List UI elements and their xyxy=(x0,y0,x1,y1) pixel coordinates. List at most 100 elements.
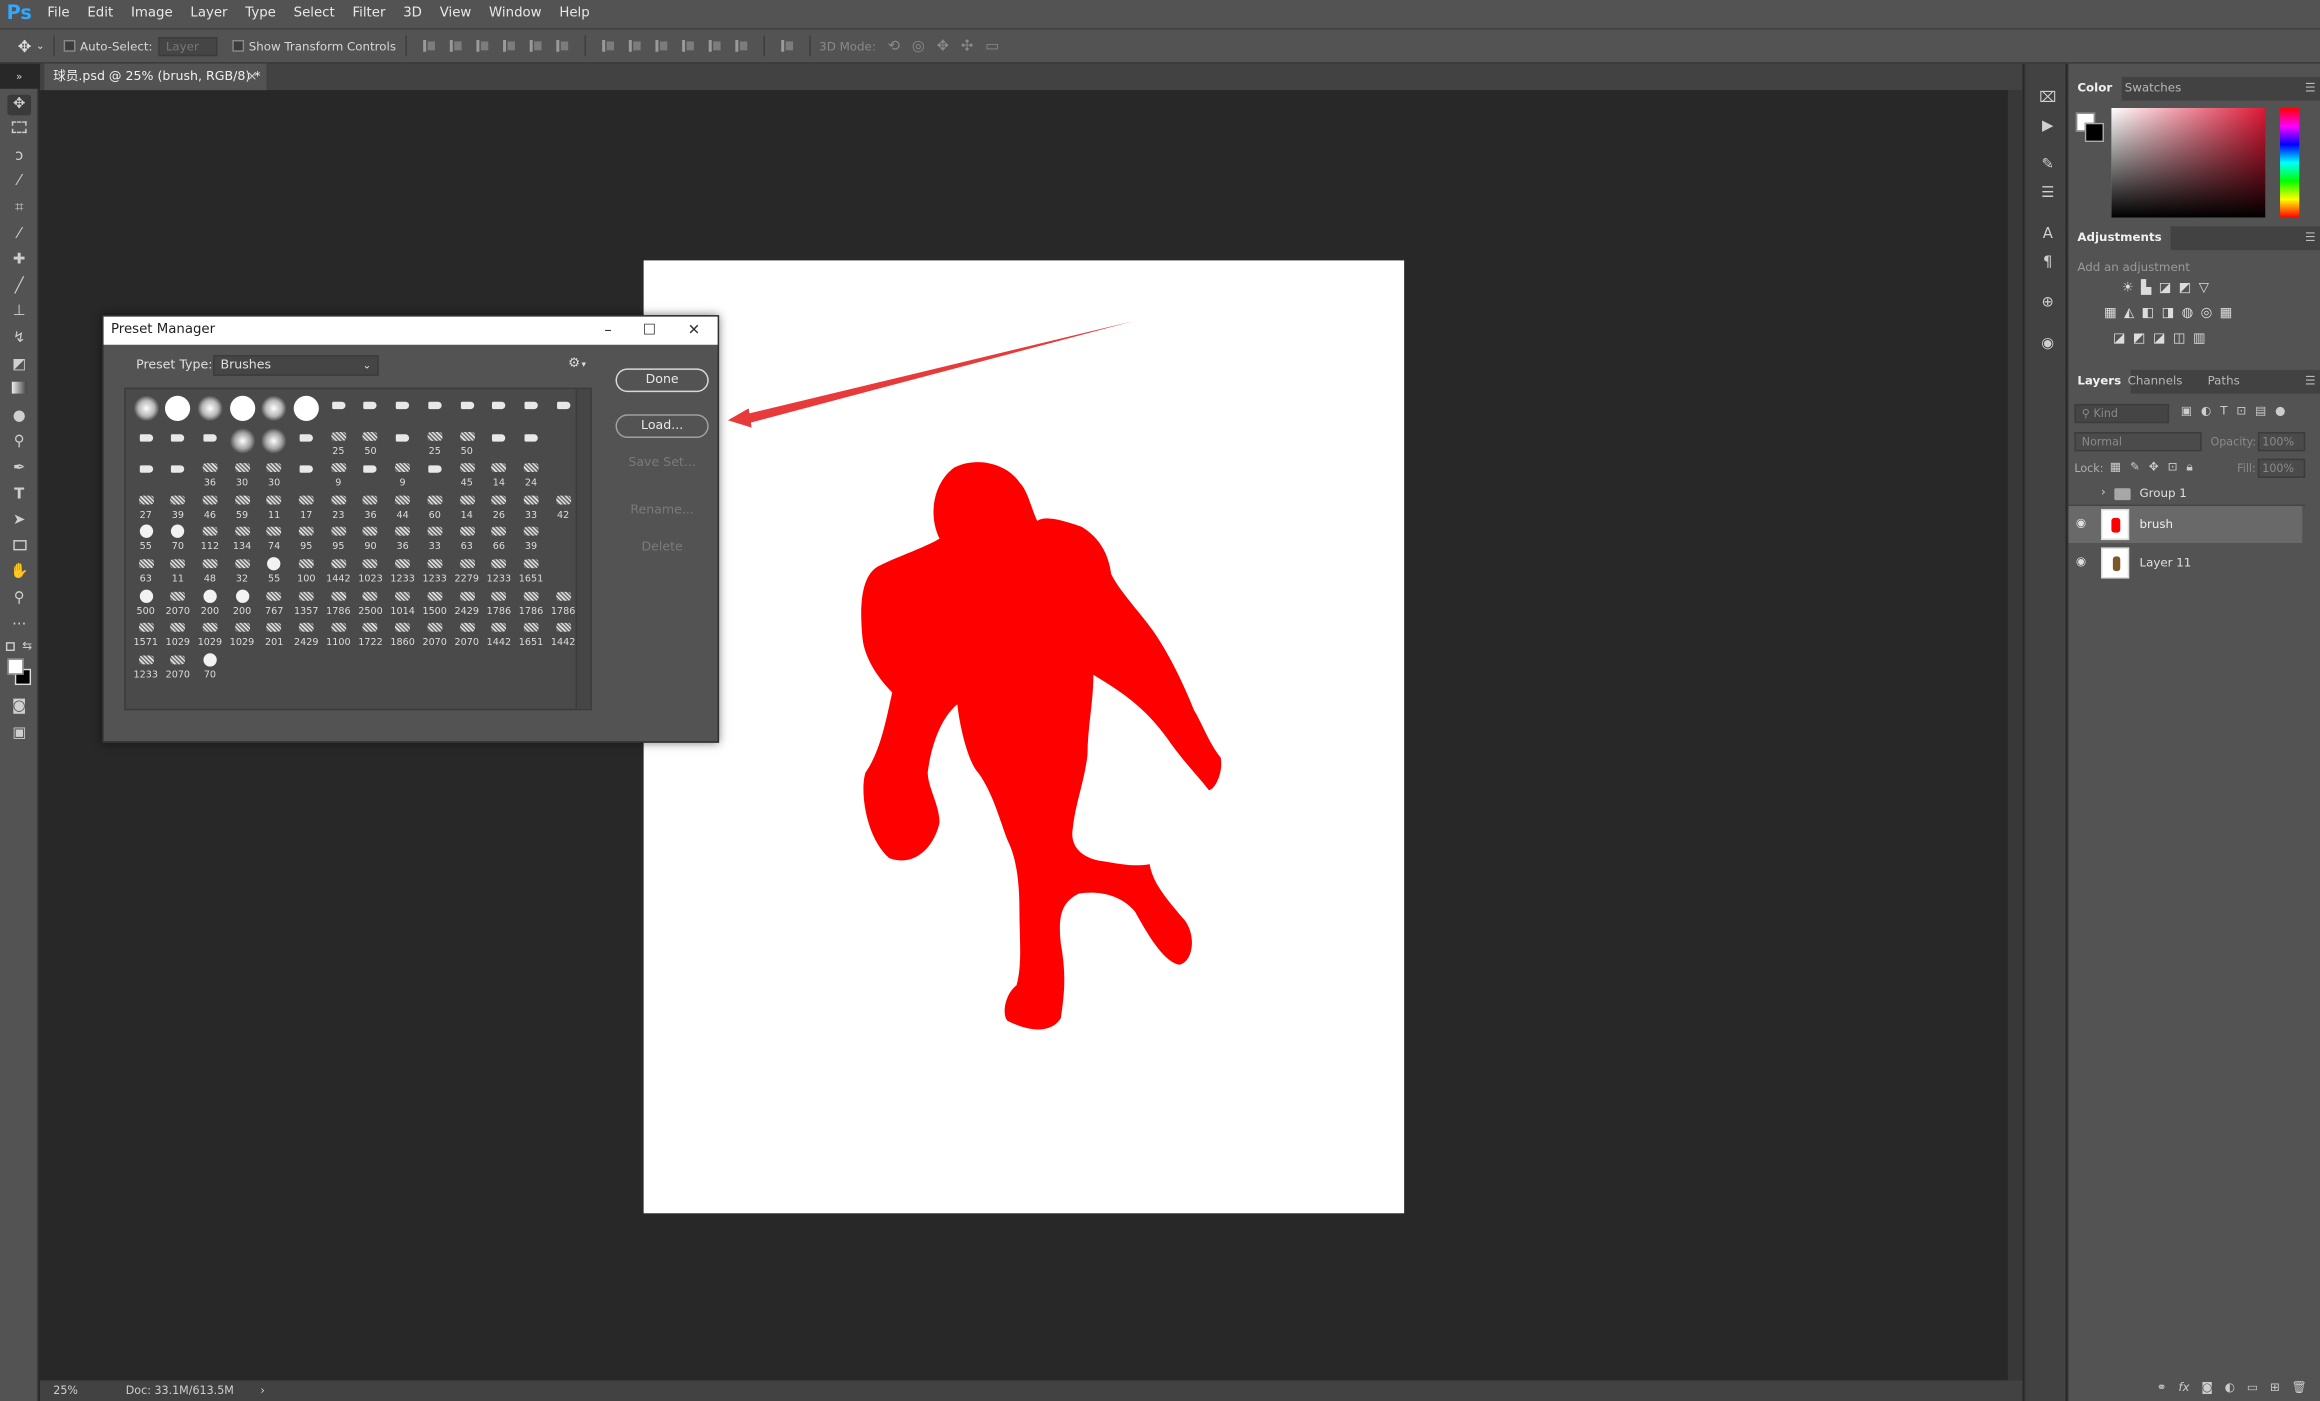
brush-preset[interactable]: 24 xyxy=(515,457,546,489)
brush-preset[interactable]: 66 xyxy=(483,521,514,552)
gradient-fill-icon[interactable]: ▥ xyxy=(2193,331,2206,346)
brush-preset[interactable]: 63 xyxy=(451,521,482,552)
brush-preset[interactable]: 44 xyxy=(387,489,418,521)
new-adjustment-layer-icon[interactable]: ◐ xyxy=(2225,1380,2235,1393)
layer-row-brush[interactable]: ◉ brush xyxy=(2068,506,2303,544)
brush-preset[interactable]: 11 xyxy=(259,489,290,521)
brush-preset[interactable]: 2500 xyxy=(355,585,386,616)
more-tools-icon[interactable]: ··· xyxy=(7,616,31,637)
move-tool-preset-icon[interactable]: ✥ xyxy=(18,36,32,55)
brush-panel-icon[interactable]: ✎ xyxy=(2039,157,2057,175)
brush-preset[interactable] xyxy=(162,426,193,457)
brush-preset[interactable]: 36 xyxy=(355,489,386,521)
rectangle-tool-icon[interactable] xyxy=(7,537,31,558)
brush-preset[interactable] xyxy=(162,394,193,425)
brush-preset[interactable]: 134 xyxy=(227,521,258,552)
3d-orbit-icon[interactable]: ⟲ xyxy=(888,38,900,54)
brush-preset[interactable]: 2070 xyxy=(162,585,193,616)
properties-panel-icon[interactable]: ◉ xyxy=(2039,336,2057,354)
brush-preset[interactable] xyxy=(355,394,386,425)
layer-row-layer11[interactable]: ◉ Layer 11 xyxy=(2068,544,2302,581)
curves-icon[interactable]: ◪ xyxy=(2159,281,2172,296)
dodge-tool-icon[interactable]: ⚲ xyxy=(7,432,31,453)
quick-mask-icon[interactable]: ◙ xyxy=(7,697,31,718)
brush-preset[interactable]: 1786 xyxy=(323,585,354,616)
exposure-icon[interactable]: ◩ xyxy=(2179,281,2192,296)
brush-preset[interactable]: 100 xyxy=(291,553,322,584)
brush-preset[interactable]: 1500 xyxy=(419,585,450,616)
filter-type-icon[interactable]: T xyxy=(2220,404,2227,417)
black-white-icon[interactable]: ◨ xyxy=(2162,306,2175,321)
distribute-right-icon[interactable] xyxy=(733,38,748,53)
opacity-field[interactable]: 100% xyxy=(2257,432,2306,452)
brush-preset[interactable]: 1233 xyxy=(130,649,161,680)
brush-preset[interactable]: 767 xyxy=(259,585,290,616)
brush-preset[interactable]: 1357 xyxy=(291,585,322,616)
tab-channels[interactable]: Channels xyxy=(2119,370,2192,394)
menu-filter[interactable]: Filter xyxy=(344,0,395,28)
brush-preset[interactable]: 45 xyxy=(451,457,482,489)
history-panel-icon[interactable]: ⌧ xyxy=(2039,90,2057,108)
tab-paths[interactable]: Paths xyxy=(2199,370,2249,394)
brush-preset[interactable] xyxy=(387,394,418,425)
brush-preset[interactable]: 1029 xyxy=(227,617,258,648)
brush-preset[interactable]: 2429 xyxy=(451,585,482,616)
filter-shape-icon[interactable]: ⊡ xyxy=(2236,404,2246,417)
brush-preset[interactable]: 42 xyxy=(548,489,579,521)
layer-filter-kind[interactable]: ⚲ Kind xyxy=(2074,403,2170,424)
filter-toggle-icon[interactable]: ● xyxy=(2275,404,2285,417)
panel-menu-icon[interactable]: ☰ xyxy=(2305,226,2316,250)
new-layer-icon[interactable]: ⊞ xyxy=(2270,1380,2280,1393)
brush-preset[interactable]: 95 xyxy=(291,521,322,552)
brush-preset[interactable] xyxy=(515,394,546,425)
menu-edit[interactable]: Edit xyxy=(79,0,123,28)
brush-preset[interactable]: 201 xyxy=(259,617,290,648)
brush-presets-panel-icon[interactable]: ☰ xyxy=(2039,185,2057,203)
color-lookup-icon[interactable]: ▦ xyxy=(2220,306,2233,321)
brightness-contrast-icon[interactable]: ☀ xyxy=(2122,281,2134,296)
brush-preset[interactable]: 25 xyxy=(323,426,354,457)
preset-type-dropdown[interactable]: Brushes ⌄ xyxy=(213,355,379,376)
hue-slider[interactable] xyxy=(2280,108,2300,218)
brush-preset[interactable]: 36 xyxy=(194,457,225,489)
brush-preset[interactable]: 33 xyxy=(419,521,450,552)
rename-button[interactable]: Rename... xyxy=(615,498,709,523)
brush-preset[interactable] xyxy=(259,394,290,425)
brush-preset[interactable] xyxy=(515,426,546,457)
brush-preset[interactable]: 55 xyxy=(259,553,290,584)
chevron-right-icon[interactable]: › xyxy=(2101,485,2106,498)
brush-preset[interactable]: 1442 xyxy=(548,617,579,648)
brush-preset[interactable] xyxy=(130,426,161,457)
screen-mode-icon[interactable]: ▣ xyxy=(7,724,31,745)
delete-layer-icon[interactable]: 🗑︎ xyxy=(2292,1380,2307,1393)
eye-icon[interactable]: ◉ xyxy=(2076,516,2086,529)
distribute-top-icon[interactable] xyxy=(600,38,615,53)
menu-select[interactable]: Select xyxy=(285,0,344,28)
panel-menu-icon[interactable]: ☰ xyxy=(2305,370,2316,394)
brush-preset[interactable] xyxy=(130,394,161,425)
brush-preset[interactable] xyxy=(291,426,322,457)
brush-preset[interactable]: 1100 xyxy=(323,617,354,648)
close-icon[interactable]: × xyxy=(247,64,258,91)
move-tool-icon[interactable]: ✥ xyxy=(7,94,32,116)
swap-colors-icon[interactable]: ⇆ xyxy=(22,639,32,652)
brush-preset[interactable]: 17 xyxy=(291,489,322,521)
brush-preset[interactable]: 1786 xyxy=(483,585,514,616)
auto-select-checkbox[interactable] xyxy=(63,39,76,52)
align-top-icon[interactable] xyxy=(421,38,436,53)
brush-preset[interactable] xyxy=(291,457,322,488)
brush-preset[interactable]: 2070 xyxy=(451,617,482,648)
brush-preset[interactable]: 1233 xyxy=(419,553,450,584)
brush-preset[interactable]: 63 xyxy=(130,553,161,584)
posterize-icon[interactable]: ◩ xyxy=(2133,331,2146,346)
brush-preset[interactable]: 2070 xyxy=(419,617,450,648)
brush-preset[interactable] xyxy=(355,457,386,488)
brush-preset[interactable]: 30 xyxy=(227,457,258,489)
panel-collapse-icon[interactable]: » xyxy=(7,67,31,88)
grid-scrollbar[interactable] xyxy=(575,389,591,709)
foreground-color-swatch[interactable] xyxy=(7,658,24,675)
visibility-empty-slot[interactable] xyxy=(2074,487,2089,502)
brush-preset[interactable]: 1233 xyxy=(483,553,514,584)
brush-preset[interactable]: 39 xyxy=(515,521,546,552)
menu-3d[interactable]: 3D xyxy=(394,0,430,28)
